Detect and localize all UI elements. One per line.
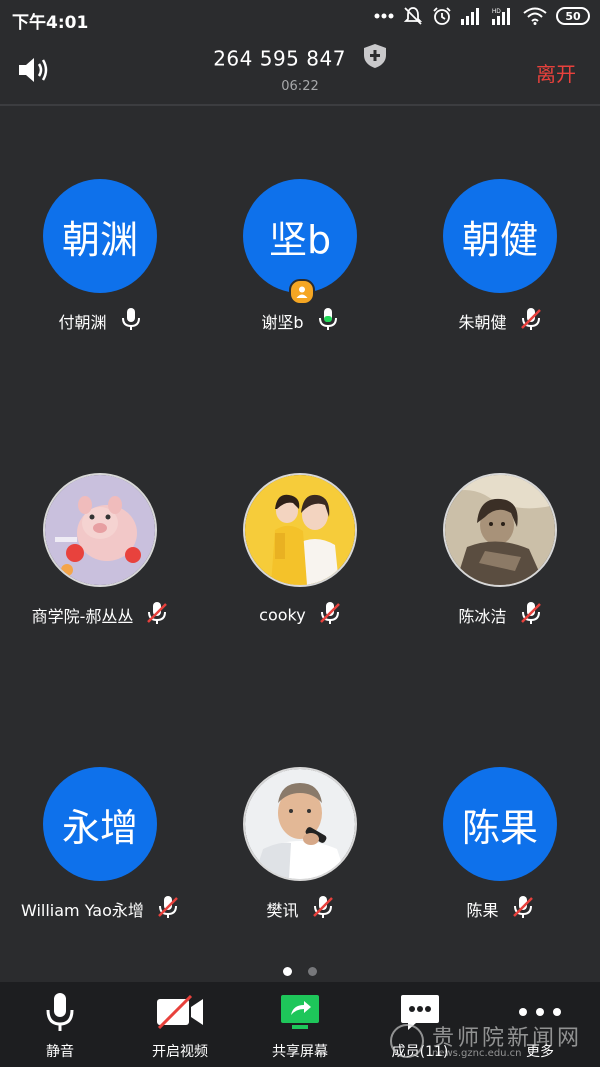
participant-name-row: 陈果 bbox=[400, 895, 600, 923]
share-screen-button[interactable]: 共享屏幕 bbox=[240, 982, 360, 1067]
participant-name: William Yao永增 bbox=[21, 901, 144, 920]
participant-name: 付朝渊 bbox=[58, 313, 107, 332]
watermark-url: news.gznc.edu.cn bbox=[432, 1048, 522, 1059]
start-video-label: 开启视频 bbox=[152, 1044, 208, 1060]
page-dot[interactable] bbox=[307, 967, 317, 976]
leave-button[interactable]: 离开 bbox=[536, 58, 576, 87]
man-photo bbox=[245, 769, 355, 879]
microphone-muted-icon bbox=[520, 601, 542, 629]
participant-name: cooky bbox=[259, 605, 306, 625]
participant-name-row: 商学院-郝丛丛 bbox=[0, 601, 200, 629]
participant-name-row: cooky bbox=[200, 601, 400, 629]
participant-name: 陈果 bbox=[466, 901, 499, 920]
participant-tile[interactable]: 朝健 朱朝健 bbox=[400, 179, 600, 359]
participant-name-row: 付朝渊 bbox=[0, 307, 200, 335]
avatar bbox=[43, 473, 157, 587]
participant-name: 商学院-郝丛丛 bbox=[31, 607, 134, 626]
shield-icon[interactable] bbox=[363, 43, 387, 74]
sepia-photo bbox=[445, 475, 555, 585]
pig-photo bbox=[45, 475, 155, 585]
microphone-active-icon bbox=[317, 307, 339, 335]
more-dots-icon bbox=[374, 13, 394, 19]
participant-tile[interactable]: 商学院-郝丛丛 bbox=[0, 473, 200, 653]
page-indicator[interactable] bbox=[0, 961, 600, 980]
participant-tile[interactable]: 坚b 谢坚b bbox=[200, 179, 400, 359]
participant-tile[interactable]: 陈果 陈果 bbox=[400, 767, 600, 947]
participant-tile[interactable]: 永增 William Yao永增 bbox=[0, 767, 200, 947]
meeting-id-row[interactable]: 264 595 847 bbox=[0, 43, 600, 74]
svg-text:HD: HD bbox=[492, 9, 501, 15]
signal-icon bbox=[461, 7, 483, 25]
participant-name-row: 陈冰洁 bbox=[400, 601, 600, 629]
signal-hd-icon: HD bbox=[492, 7, 514, 25]
mute-label: 静音 bbox=[46, 1044, 74, 1060]
avatar bbox=[243, 473, 357, 587]
status-icons: HD 50 bbox=[374, 6, 590, 26]
start-video-button[interactable]: 开启视频 bbox=[120, 982, 240, 1067]
share-screen-icon bbox=[240, 992, 360, 1032]
status-time: 下午4:01 bbox=[12, 13, 89, 33]
participant-name: 谢坚b bbox=[261, 313, 304, 332]
battery-icon: 50 bbox=[556, 7, 590, 25]
microphone-muted-icon bbox=[520, 307, 542, 335]
avatar: 朝渊 bbox=[43, 179, 157, 293]
participant-name-row: 朱朝健 bbox=[400, 307, 600, 335]
microphone-muted-icon bbox=[319, 601, 341, 629]
participant-tile[interactable]: 陈冰洁 bbox=[400, 473, 600, 653]
microphone-icon bbox=[120, 307, 142, 335]
microphone-muted-icon bbox=[157, 895, 179, 923]
share-screen-label: 共享屏幕 bbox=[272, 1044, 328, 1060]
meeting-header: 264 595 847 06:22 离开 bbox=[0, 36, 600, 104]
participant-tile[interactable]: 樊讯 bbox=[200, 767, 400, 947]
participant-name: 陈冰洁 bbox=[458, 607, 507, 626]
avatar: 坚b bbox=[243, 179, 357, 293]
microphone-muted-icon bbox=[312, 895, 334, 923]
participant-name-row: 樊讯 bbox=[200, 895, 400, 923]
participant-tile[interactable]: cooky bbox=[200, 473, 400, 653]
watermark: 贵师院新闻网 news.gznc.edu.cn bbox=[382, 1020, 592, 1064]
participant-grid: 朝渊 付朝渊 坚b 谢坚b 朝健 朱朝健 商学院-郝丛丛 cooky 陈冰洁 永… bbox=[0, 106, 600, 946]
microphone-muted-icon bbox=[146, 601, 168, 629]
participant-name-row: William Yao永增 bbox=[0, 895, 200, 923]
microphone-icon bbox=[0, 992, 120, 1032]
meeting-id: 264 595 847 bbox=[213, 46, 346, 71]
family-photo bbox=[245, 475, 355, 585]
avatar bbox=[243, 767, 357, 881]
wifi-icon bbox=[523, 7, 547, 25]
avatar: 陈果 bbox=[443, 767, 557, 881]
avatar bbox=[443, 473, 557, 587]
participant-name: 樊讯 bbox=[266, 901, 299, 920]
alarm-icon bbox=[432, 6, 452, 26]
page-dot-active[interactable] bbox=[283, 967, 293, 976]
participant-name: 朱朝健 bbox=[458, 313, 507, 332]
notification-off-icon bbox=[403, 6, 423, 26]
meeting-timer: 06:22 bbox=[281, 79, 319, 94]
host-badge-icon bbox=[289, 279, 315, 305]
avatar: 朝健 bbox=[443, 179, 557, 293]
participant-name-row: 谢坚b bbox=[200, 307, 400, 335]
mute-button[interactable]: 静音 bbox=[0, 982, 120, 1067]
microphone-muted-icon bbox=[512, 895, 534, 923]
participant-tile[interactable]: 朝渊 付朝渊 bbox=[0, 179, 200, 359]
avatar: 永增 bbox=[43, 767, 157, 881]
watermark-logo-icon bbox=[390, 1024, 424, 1058]
video-off-icon bbox=[120, 992, 240, 1032]
status-bar: 下午4:01 HD 50 bbox=[0, 0, 600, 36]
